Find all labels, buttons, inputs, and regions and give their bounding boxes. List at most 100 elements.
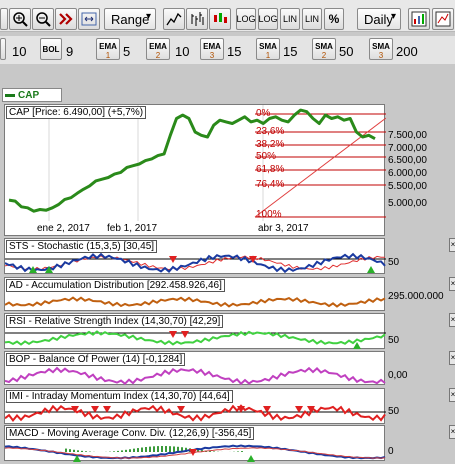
chart-layout-button[interactable] (408, 8, 430, 30)
bar-chart-button[interactable] (186, 8, 208, 30)
histogram-bar (77, 450, 79, 452)
bop-panel[interactable]: BOP - Balance Of Power (14) [-0,1284] (4, 351, 386, 386)
percent-button[interactable]: % (324, 8, 344, 30)
histogram-bar (81, 450, 83, 452)
buy-signal-marker (367, 266, 375, 273)
sma3-button[interactable]: SMA 3 (369, 38, 393, 60)
bol-button[interactable]: BOL (40, 38, 62, 60)
bol-label: BOL (42, 45, 60, 54)
param-value[interactable]: 5 (123, 44, 130, 59)
ema1-button[interactable]: EMA 1 (96, 38, 120, 60)
fibo-level-label: 76,4% (256, 179, 285, 190)
line-chart-button[interactable] (163, 8, 185, 30)
histogram-bar (117, 450, 119, 452)
ohlc-bars-icon (191, 12, 204, 26)
macd-title: MACD - Moving Average Conv. Div. (12,26,… (6, 427, 255, 440)
buy-signal-marker (247, 455, 255, 462)
x-tick-label: abr 3, 2017 (258, 223, 309, 234)
histogram-bar (129, 449, 131, 452)
series-legend[interactable]: CAP (2, 88, 62, 102)
panel-close-button[interactable]: × (449, 425, 455, 439)
sma2-button[interactable]: SMA 2 (312, 38, 336, 60)
histogram-bar (213, 451, 215, 452)
param-value[interactable]: 15 (283, 44, 297, 59)
x-tick-label: ene 2, 2017 (37, 223, 90, 234)
chevron-down-icon: ▾ (145, 11, 151, 22)
period-dropdown[interactable]: Daily ▾ (357, 8, 401, 30)
log-compare-label: LOG (258, 14, 278, 24)
param-value[interactable]: 10 (12, 44, 26, 59)
ema-sub: 1 (105, 51, 111, 60)
param-value[interactable]: 200 (396, 44, 418, 59)
zoom-in-icon (13, 12, 28, 27)
y-tick-label: 7.000,00 (388, 143, 427, 154)
ad-title: AD - Accumulation Distribution [292.458.… (6, 279, 225, 292)
sma-sub: 2 (321, 51, 327, 60)
stochastic-panel[interactable]: STS - Stochastic (15,3,5) [30,45] (4, 238, 386, 274)
imi-panel[interactable]: IMI - Intraday Momentum Index (14,30,70)… (4, 388, 386, 424)
percent-label: % (328, 12, 340, 26)
histogram-bar (237, 451, 239, 452)
log-scale-button[interactable]: LOG (236, 8, 256, 30)
param-value[interactable]: 15 (227, 44, 241, 59)
param-value[interactable]: 10 (175, 44, 189, 59)
macd-panel[interactable]: MACD - Moving Average Conv. Div. (12,26,… (4, 425, 386, 462)
chevron-down-icon: ▾ (390, 11, 396, 22)
indicator-scroll-button[interactable] (0, 38, 6, 60)
histogram-bar (133, 448, 135, 452)
fit-range-button[interactable] (78, 8, 100, 30)
log-label: LOG (236, 14, 256, 24)
panel-close-button[interactable]: × (449, 351, 455, 365)
histogram-bar (161, 446, 163, 452)
panel-close-button[interactable]: × (449, 238, 455, 252)
rsi-panel[interactable]: RSI - Relative Strength Index (14,30,70)… (4, 313, 386, 349)
ema-label: EMA (203, 42, 221, 51)
range-dropdown[interactable]: Range ▾ (104, 8, 156, 30)
ema-label: EMA (149, 42, 167, 51)
panel-close-button[interactable]: × (449, 313, 455, 327)
panel-axis-label: 0,00 (388, 370, 408, 381)
ema-sub: 3 (209, 51, 215, 60)
x-tick-label: feb 1, 2017 (107, 223, 158, 234)
ema-label: EMA (99, 42, 117, 51)
lin-compare-button[interactable]: LIN (302, 8, 322, 30)
ad-panel[interactable]: AD - Accumulation Distribution [292.458.… (4, 277, 386, 311)
histogram-bar (157, 446, 159, 452)
candle-chart-button[interactable] (209, 8, 231, 30)
fibo-level-label: 100% (256, 209, 282, 220)
price-chart-canvas (8, 105, 386, 221)
fibo-level-label: 38,2% (256, 139, 285, 150)
histogram-bar (65, 448, 67, 452)
ad-line (5, 296, 386, 308)
histogram-bar (141, 447, 143, 452)
zoom-out-button[interactable] (32, 8, 54, 30)
histogram-bar (69, 449, 71, 452)
sma1-button[interactable]: SMA 1 (256, 38, 280, 60)
imi-title: IMI - Intraday Momentum Index (14,30,70)… (6, 390, 233, 403)
histogram-bar (165, 446, 167, 452)
ema-sub: 2 (155, 51, 161, 60)
price-chart-panel[interactable]: CAP [Price: 6.490,00] (+5,7%) 0% 23,6% 3… (4, 104, 386, 236)
param-value[interactable]: 9 (66, 44, 73, 59)
bop-title: BOP - Balance Of Power (14) [-0,1284] (6, 353, 186, 366)
panel-close-button[interactable]: × (449, 388, 455, 402)
zoom-in-button[interactable] (9, 8, 31, 30)
fibo-level-label: 50% (256, 151, 277, 162)
scroll-right-button[interactable] (55, 8, 77, 30)
histogram-bar (121, 450, 123, 452)
param-value[interactable]: 50 (339, 44, 353, 59)
imi-line (5, 404, 386, 423)
log-compare-button[interactable]: LOG (258, 8, 278, 30)
period-label: Daily (364, 11, 393, 27)
lin-scale-button[interactable]: LIN (280, 8, 300, 30)
panel-axis-label: 0 (388, 446, 394, 457)
range-label: Range (111, 11, 150, 27)
main-toolbar: Range ▾ LOG LOG LIN LIN % Daily ▾ (0, 0, 455, 32)
panel-axis-label: 50 (388, 406, 400, 417)
settings-button[interactable] (432, 8, 454, 30)
grid-chart-icon (411, 11, 427, 27)
hand-tool-button[interactable] (0, 8, 8, 30)
panel-close-button[interactable]: × (449, 277, 455, 291)
ema3-button[interactable]: EMA 3 (200, 38, 224, 60)
ema2-button[interactable]: EMA 2 (146, 38, 170, 60)
